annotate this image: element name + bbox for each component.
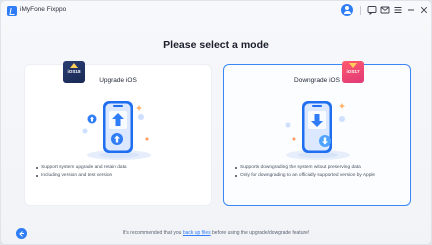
downgrade-features: Supports downgrading the system witout p… — [234, 165, 402, 181]
feature-item: Including version and test version — [35, 173, 203, 179]
note-prefix: It's recommended that you — [122, 230, 183, 236]
card-title: Upgrade iOS — [99, 77, 137, 84]
title-bar: iMyFone Fixppo — [1, 1, 431, 21]
app-logo-icon — [7, 6, 17, 16]
back-up-files-link[interactable]: back up files — [183, 230, 211, 236]
badge-label: iOS18 — [67, 69, 81, 74]
note-suffix: before using the upgrade/dowgrade featur… — [210, 230, 310, 236]
feature-item: Supports downgrading the system witout p… — [234, 165, 402, 171]
menu-icon[interactable] — [393, 5, 403, 15]
feedback-icon[interactable] — [367, 5, 377, 15]
close-icon[interactable] — [419, 5, 429, 15]
app-window: iMyFone Fixppo Please select a mode iOS1… — [1, 1, 431, 244]
downgrade-ios-card[interactable]: iOS17 Downgrade iOS Supports downgrading… — [223, 61, 411, 206]
page-title: Please select a mode — [163, 39, 269, 51]
badge-label: iOS17 — [346, 69, 360, 74]
upgrade-illustration — [82, 101, 151, 160]
minimize-icon[interactable] — [406, 5, 416, 15]
downgrade-illustration — [285, 101, 350, 160]
upgrade-features: Support system upgrade and retain data I… — [35, 165, 203, 181]
feature-item: Support system upgrade and retain data — [35, 165, 203, 171]
titlebar-divider — [360, 6, 361, 15]
card-title: Downgrade iOS — [294, 77, 340, 84]
upgrade-ios-card[interactable]: iOS18 Upgrade iOS Support system upgrade… — [24, 61, 212, 206]
backup-recommendation: It's recommended that you back up files … — [1, 230, 431, 236]
user-icon[interactable] — [341, 4, 353, 16]
feature-item: Only for downgrading to an officially su… — [234, 173, 402, 179]
mail-icon[interactable] — [380, 5, 390, 15]
app-title: iMyFone Fixppo — [20, 6, 67, 13]
